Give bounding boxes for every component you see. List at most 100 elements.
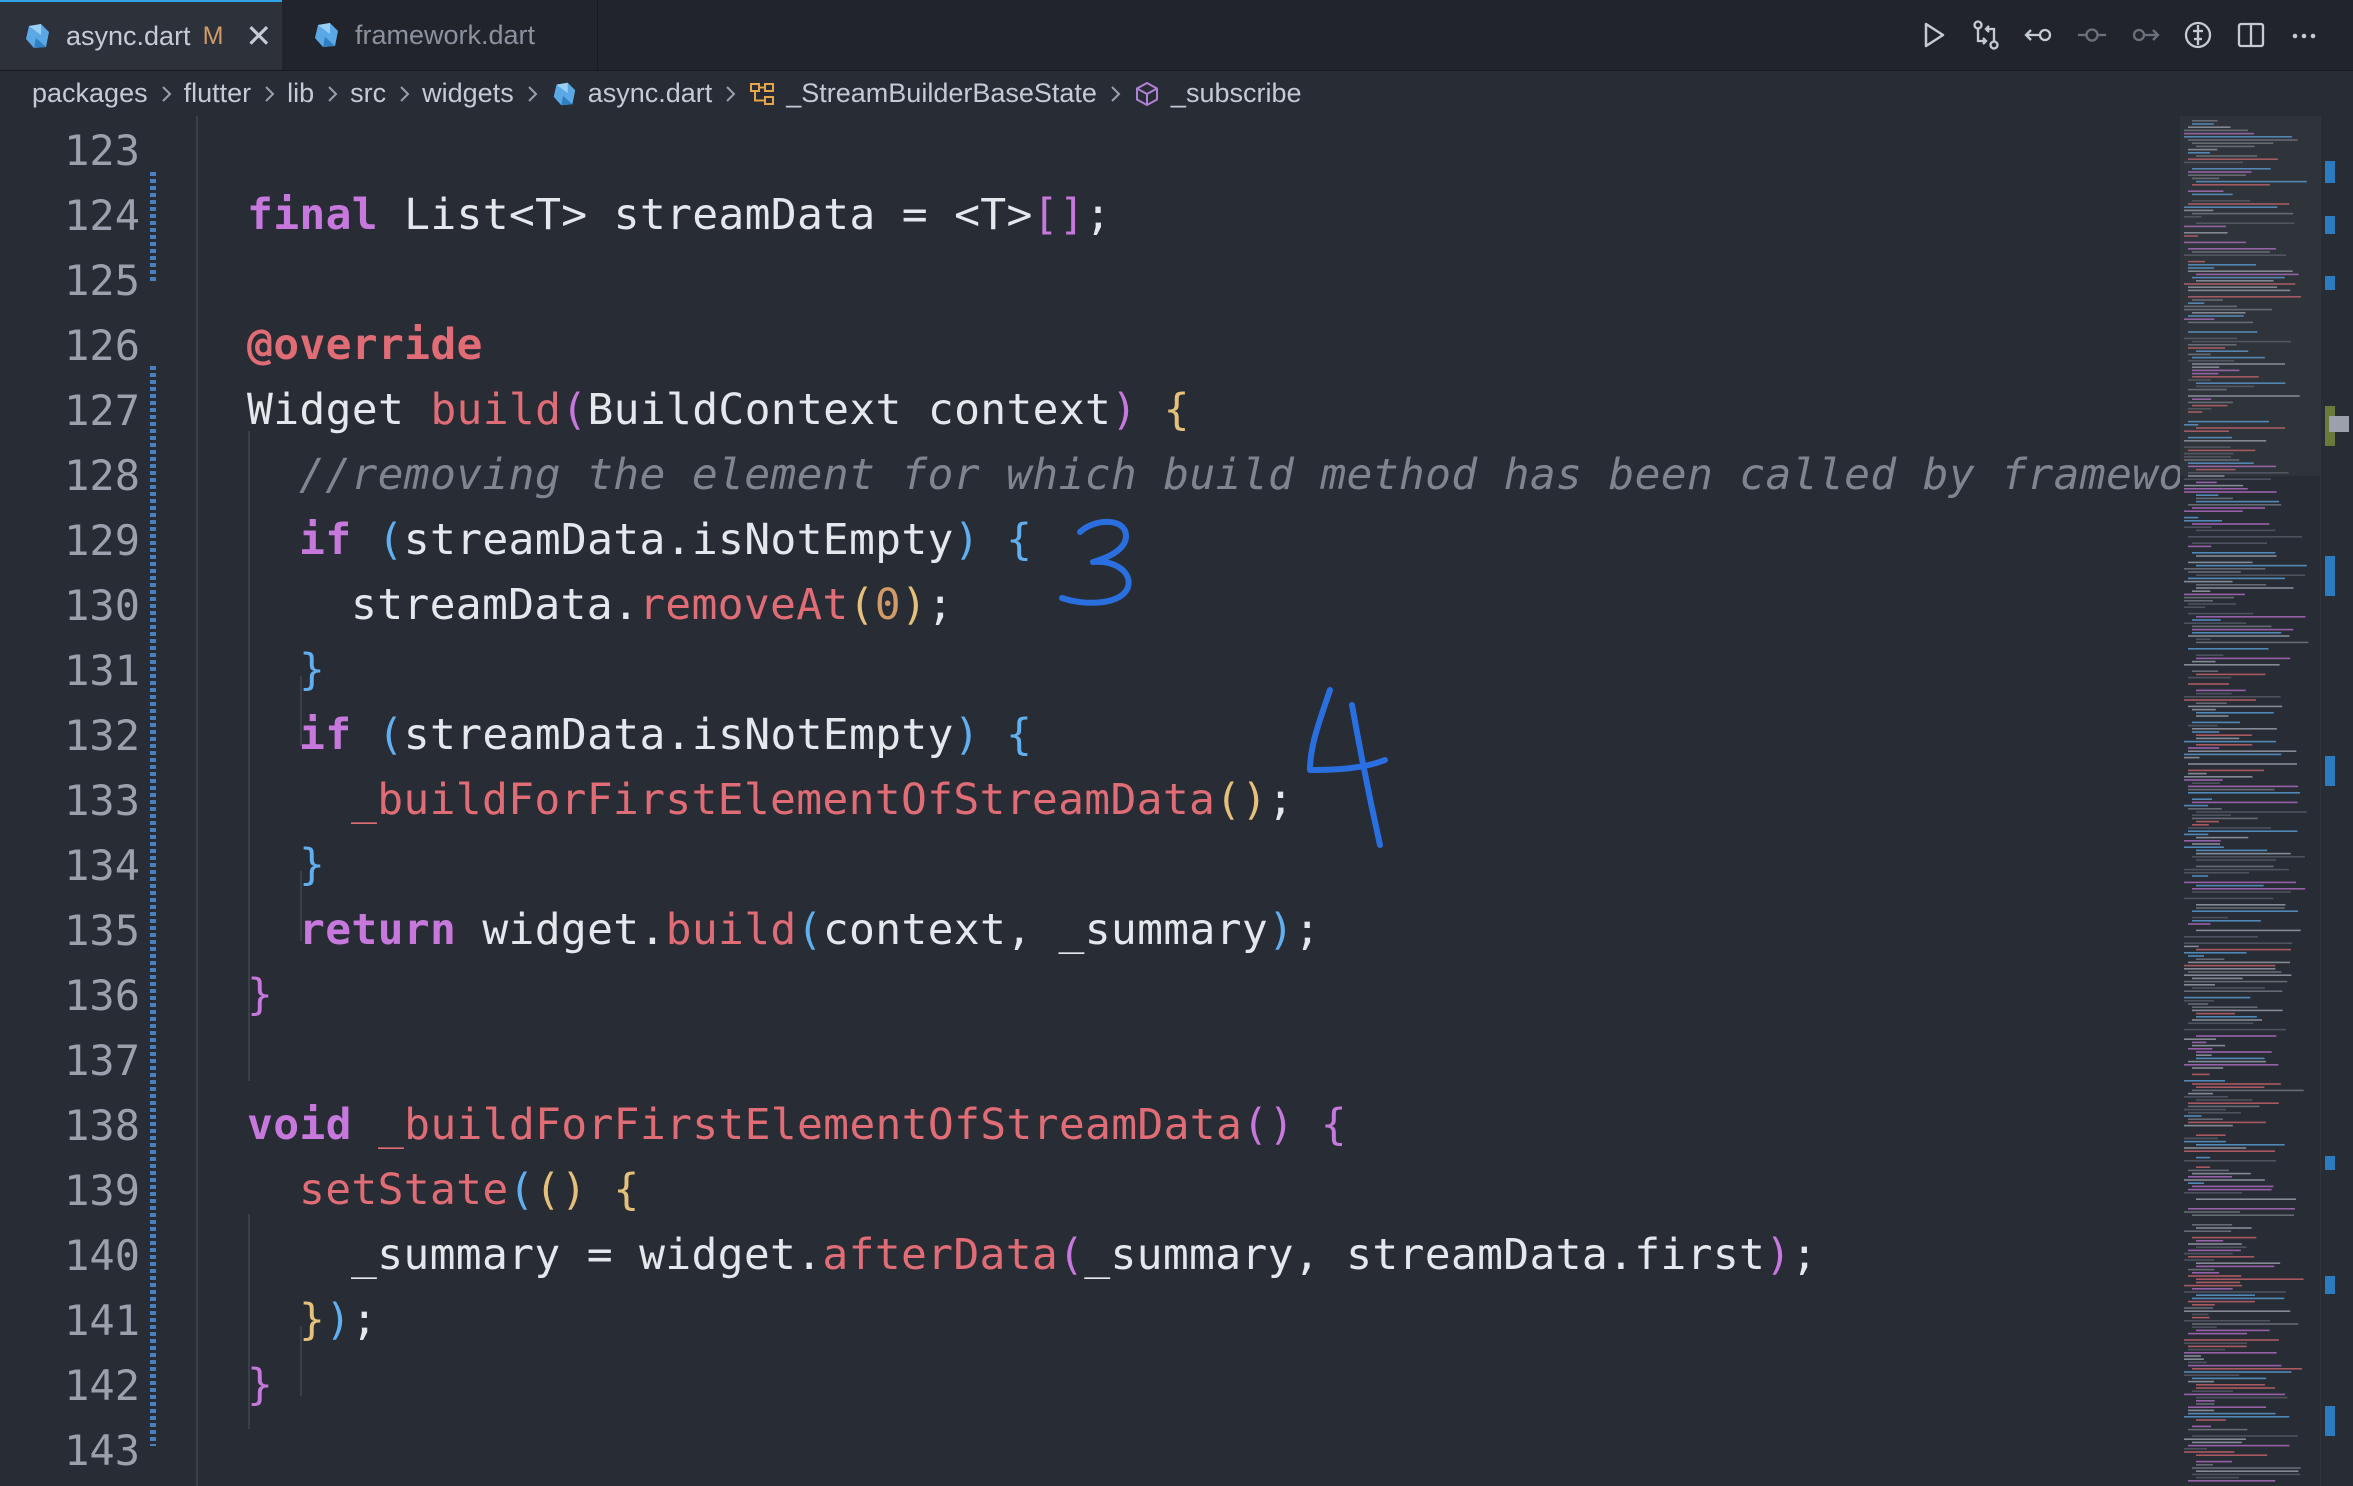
bracket: ( bbox=[848, 580, 875, 630]
bracket: ) bbox=[953, 710, 980, 760]
bracket: } bbox=[247, 1360, 274, 1410]
function-name: _buildForFirstElementOfStreamData bbox=[351, 775, 1216, 825]
tab-framework-dart[interactable]: framework.dart bbox=[283, 0, 598, 70]
code-line: 136 } bbox=[0, 963, 2180, 1028]
breadcrumb-item-lib[interactable]: lib bbox=[287, 78, 314, 109]
scrollbar-change-mark bbox=[2325, 556, 2335, 596]
code-token: streamData.isNotEmpty bbox=[403, 710, 954, 760]
code-line: 138 void _buildForFirstElementOfStreamDa… bbox=[0, 1093, 2180, 1158]
dart-file-icon bbox=[315, 23, 338, 47]
breadcrumb-item-src[interactable]: src bbox=[350, 78, 386, 109]
code-line: 124 final List<T> streamData = <T>[]; bbox=[0, 183, 2180, 248]
line-number: 129 bbox=[64, 516, 140, 565]
tab-async-dart[interactable]: async.dart M ✕ bbox=[0, 0, 282, 70]
code-line: 125 bbox=[0, 248, 2180, 313]
line-number: 135 bbox=[64, 906, 140, 955]
scrollbar-thumb[interactable] bbox=[2329, 416, 2349, 432]
bracket: ( bbox=[508, 1165, 535, 1215]
breadcrumb-item-packages[interactable]: packages bbox=[32, 78, 148, 109]
code-token: ; bbox=[1294, 905, 1321, 955]
more-actions-icon[interactable] bbox=[2286, 17, 2322, 53]
code-token: ; bbox=[1085, 190, 1112, 240]
code-text: _summary = widget.afterData(_summary, st… bbox=[351, 1223, 1818, 1288]
keyword: void bbox=[247, 1100, 352, 1150]
line-number: 127 bbox=[64, 386, 140, 435]
open-changes-icon[interactable] bbox=[2180, 17, 2216, 53]
code-line: 135 return widget.build(context, _summar… bbox=[0, 898, 2180, 963]
line-number: 126 bbox=[64, 321, 140, 370]
breadcrumb: packages flutter lib src widgets async.d… bbox=[0, 71, 2353, 116]
chevron-right-icon bbox=[1111, 85, 1121, 102]
code-line: 143 bbox=[0, 1418, 2180, 1483]
bracket: ) bbox=[325, 1295, 352, 1345]
dart-file-icon bbox=[26, 24, 49, 48]
bracket: ] bbox=[1058, 190, 1086, 240]
bracket: } bbox=[247, 970, 274, 1020]
line-number: 138 bbox=[64, 1101, 140, 1150]
run-icon[interactable] bbox=[1915, 17, 1951, 53]
split-editor-icon[interactable] bbox=[2233, 17, 2269, 53]
editor-tab-bar: async.dart M ✕ framework.dart bbox=[0, 0, 2353, 71]
bracket: [ bbox=[1032, 190, 1059, 240]
code-token: _summary = widget. bbox=[351, 1230, 823, 1280]
code-token: context, _summary bbox=[822, 905, 1269, 955]
code-text: } bbox=[247, 963, 273, 1028]
keyword: return bbox=[299, 905, 457, 955]
line-number: 130 bbox=[64, 581, 140, 630]
bracket: ( bbox=[561, 385, 588, 435]
go-back-change-icon[interactable] bbox=[2021, 17, 2057, 53]
breadcrumb-item-flutter[interactable]: flutter bbox=[184, 78, 252, 109]
next-change-icon[interactable] bbox=[2127, 17, 2163, 53]
code-line: 142 } bbox=[0, 1353, 2180, 1418]
bracket: { bbox=[1163, 385, 1190, 435]
bracket: () bbox=[1242, 1100, 1295, 1150]
previous-change-icon[interactable] bbox=[2074, 17, 2110, 53]
line-number: 141 bbox=[64, 1296, 140, 1345]
code-editor[interactable]: 123 124 final List<T> streamData = <T>[]… bbox=[0, 116, 2180, 1486]
bracket: ) bbox=[953, 515, 980, 565]
scrollbar-change-mark bbox=[2325, 1156, 2335, 1170]
code-line: 131 } bbox=[0, 638, 2180, 703]
code-text: final List<T> streamData = <T>[]; bbox=[247, 183, 1111, 248]
bracket: } bbox=[299, 1295, 326, 1345]
breadcrumb-item-widgets[interactable]: widgets bbox=[422, 78, 514, 109]
code-text: } bbox=[299, 833, 325, 898]
comment: //removing the element for which build m… bbox=[299, 450, 2180, 500]
minimap-slider[interactable] bbox=[2180, 116, 2320, 476]
source-control-compare-icon[interactable] bbox=[1968, 17, 2004, 53]
code-line: 141 }); bbox=[0, 1288, 2180, 1353]
modified-indicator: M bbox=[202, 21, 224, 50]
code-line: 123 bbox=[0, 118, 2180, 183]
breadcrumb-item-method[interactable]: _subscribe bbox=[1171, 78, 1302, 109]
keyword: if bbox=[299, 710, 352, 760]
breadcrumb-item-file[interactable]: async.dart bbox=[588, 78, 713, 109]
code-text: if (streamData.isNotEmpty) { bbox=[299, 703, 1032, 768]
bracket: ( bbox=[796, 905, 823, 955]
close-tab-icon[interactable]: ✕ bbox=[245, 20, 272, 52]
scrollbar-change-mark bbox=[2325, 161, 2335, 183]
code-token: ; bbox=[351, 1295, 378, 1345]
line-number: 125 bbox=[64, 256, 140, 305]
bracket: ) bbox=[901, 580, 928, 630]
code-line: 132 if (streamData.isNotEmpty) { bbox=[0, 703, 2180, 768]
code-text: Widget build(BuildContext context) { bbox=[247, 378, 1190, 443]
bracket: { bbox=[1006, 515, 1033, 565]
code-line: 139 setState(() { bbox=[0, 1158, 2180, 1223]
number-literal: 0 bbox=[874, 580, 901, 630]
vertical-scrollbar[interactable] bbox=[2320, 116, 2353, 1486]
code-text: setState(() { bbox=[299, 1158, 640, 1223]
line-number: 128 bbox=[64, 451, 140, 500]
chevron-right-icon bbox=[328, 85, 338, 102]
minimap[interactable] bbox=[2180, 116, 2320, 1486]
breadcrumb-item-class[interactable]: _StreamBuilderBaseState bbox=[786, 78, 1097, 109]
bracket: } bbox=[299, 840, 326, 890]
line-number: 139 bbox=[64, 1166, 140, 1215]
tab-label: async.dart bbox=[66, 20, 191, 51]
line-number: 142 bbox=[64, 1361, 140, 1410]
code-token: BuildContext context bbox=[587, 385, 1112, 435]
chevron-right-icon bbox=[265, 85, 275, 102]
function-name: removeAt bbox=[639, 580, 849, 630]
line-number: 134 bbox=[64, 841, 140, 890]
